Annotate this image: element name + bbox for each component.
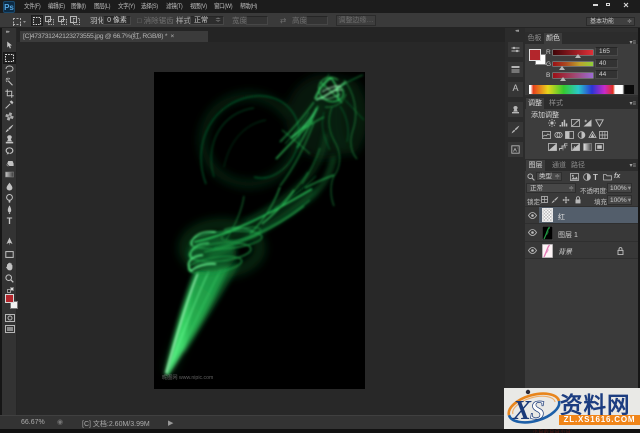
svg-text:S: S [530, 395, 545, 425]
svg-text:X: X [512, 395, 532, 425]
svg-text:昵图网 www.nipic.com: 昵图网 www.nipic.com [162, 374, 213, 381]
